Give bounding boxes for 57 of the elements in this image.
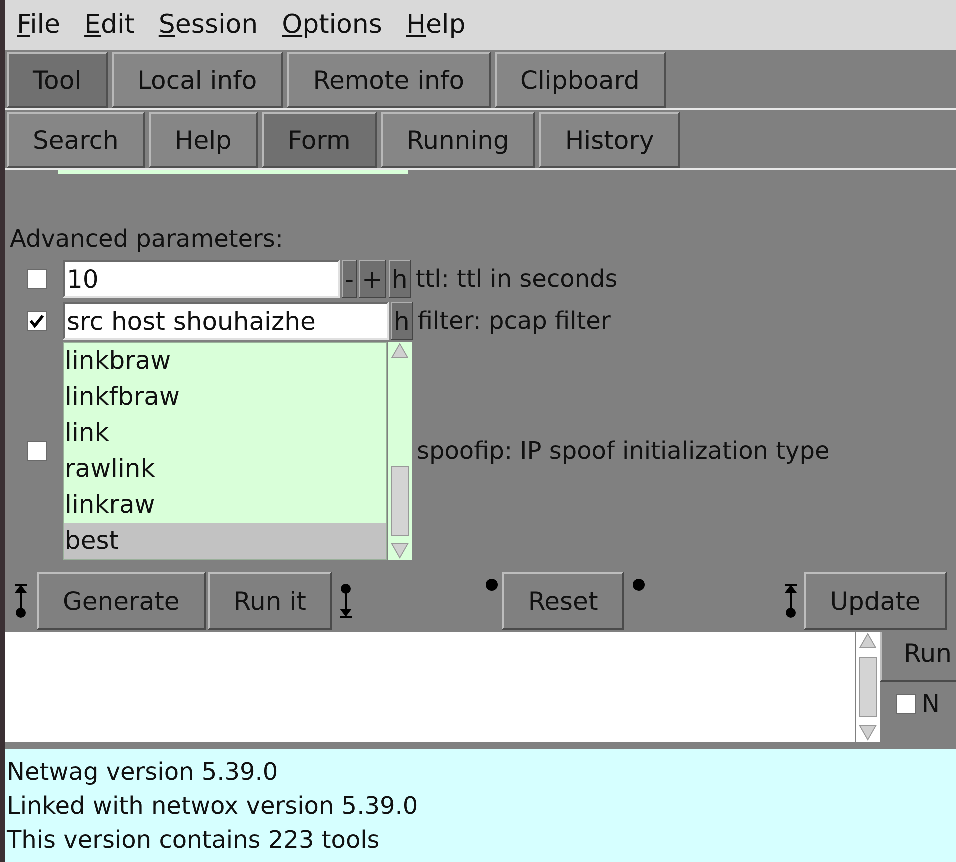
update-button[interactable]: Update: [804, 572, 947, 630]
param-label: filter: pcap filter: [418, 307, 611, 335]
checkbox[interactable]: [26, 269, 46, 289]
list-item[interactable]: linkfbraw: [64, 379, 386, 415]
checkbox-label: N: [922, 690, 940, 718]
spin-button[interactable]: +: [359, 260, 386, 298]
scrollbar[interactable]: [856, 632, 880, 742]
scroll-up-arrow-icon[interactable]: [390, 342, 410, 360]
status-line: Netwag version 5.39.0: [7, 757, 280, 788]
tab[interactable]: Local info: [112, 52, 284, 108]
menu-item[interactable]: File: [9, 10, 73, 40]
reset-button[interactable]: Reset: [502, 572, 624, 630]
tab[interactable]: History: [539, 112, 680, 168]
list-item[interactable]: linkbraw: [64, 343, 386, 379]
checkbox[interactable]: [26, 311, 46, 331]
scrollbar-thumb[interactable]: [859, 657, 877, 717]
dot-icon[interactable]: [486, 579, 498, 591]
spin-button[interactable]: -: [342, 260, 358, 298]
filter-field[interactable]: src host shouhaizhe: [63, 302, 389, 340]
tab[interactable]: Tool: [7, 52, 108, 108]
menu-item[interactable]: Edit: [72, 10, 147, 40]
checkbox[interactable]: [26, 441, 46, 461]
list-item[interactable]: linkraw: [64, 487, 386, 523]
status-line: This version contains 223 tools: [7, 825, 381, 856]
scroll-up-arrow-icon[interactable]: [858, 632, 878, 650]
scrollbar-thumb[interactable]: [391, 466, 409, 536]
sash-arrow-icon[interactable]: [14, 583, 28, 619]
tab[interactable]: Form: [262, 112, 377, 168]
tab[interactable]: Clipboard: [494, 52, 666, 108]
section-heading: Advanced parameters:: [10, 224, 284, 255]
ttl-field[interactable]: 10: [63, 260, 340, 298]
tab[interactable]: Help: [148, 112, 258, 168]
menu-item[interactable]: Session: [146, 10, 270, 40]
run-button[interactable]: Run it: [208, 572, 332, 630]
menu-item[interactable]: Help: [394, 10, 478, 40]
tab[interactable]: Search: [7, 112, 145, 168]
param-label: ttl: ttl in seconds: [416, 265, 618, 293]
sash-arrow-icon[interactable]: [339, 583, 354, 619]
help-button[interactable]: h: [391, 302, 413, 340]
scroll-down-arrow-icon[interactable]: [390, 542, 410, 560]
generate-button[interactable]: Generate: [37, 572, 206, 630]
param-label: spoofip: IP spoof initialization type: [417, 437, 830, 465]
list-item[interactable]: best: [64, 523, 386, 559]
tab[interactable]: Running: [380, 112, 536, 168]
run-button[interactable]: Run: [880, 632, 956, 682]
tab[interactable]: Remote info: [287, 52, 490, 108]
list-item[interactable]: link: [64, 415, 386, 451]
scrollbar[interactable]: [388, 342, 412, 560]
help-button[interactable]: h: [388, 260, 411, 298]
scroll-down-arrow-icon[interactable]: [858, 724, 878, 742]
status-line: Linked with netwox version 5.39.0: [7, 791, 420, 822]
menu-item[interactable]: Options: [270, 10, 394, 40]
list-item[interactable]: rawlink: [64, 451, 386, 487]
option-list[interactable]: linkbraw linkfbraw link rawlink linkraw best: [63, 342, 387, 560]
sash-arrow-icon[interactable]: [784, 583, 798, 619]
checkbox[interactable]: [896, 694, 916, 714]
dot-icon[interactable]: [633, 579, 646, 591]
